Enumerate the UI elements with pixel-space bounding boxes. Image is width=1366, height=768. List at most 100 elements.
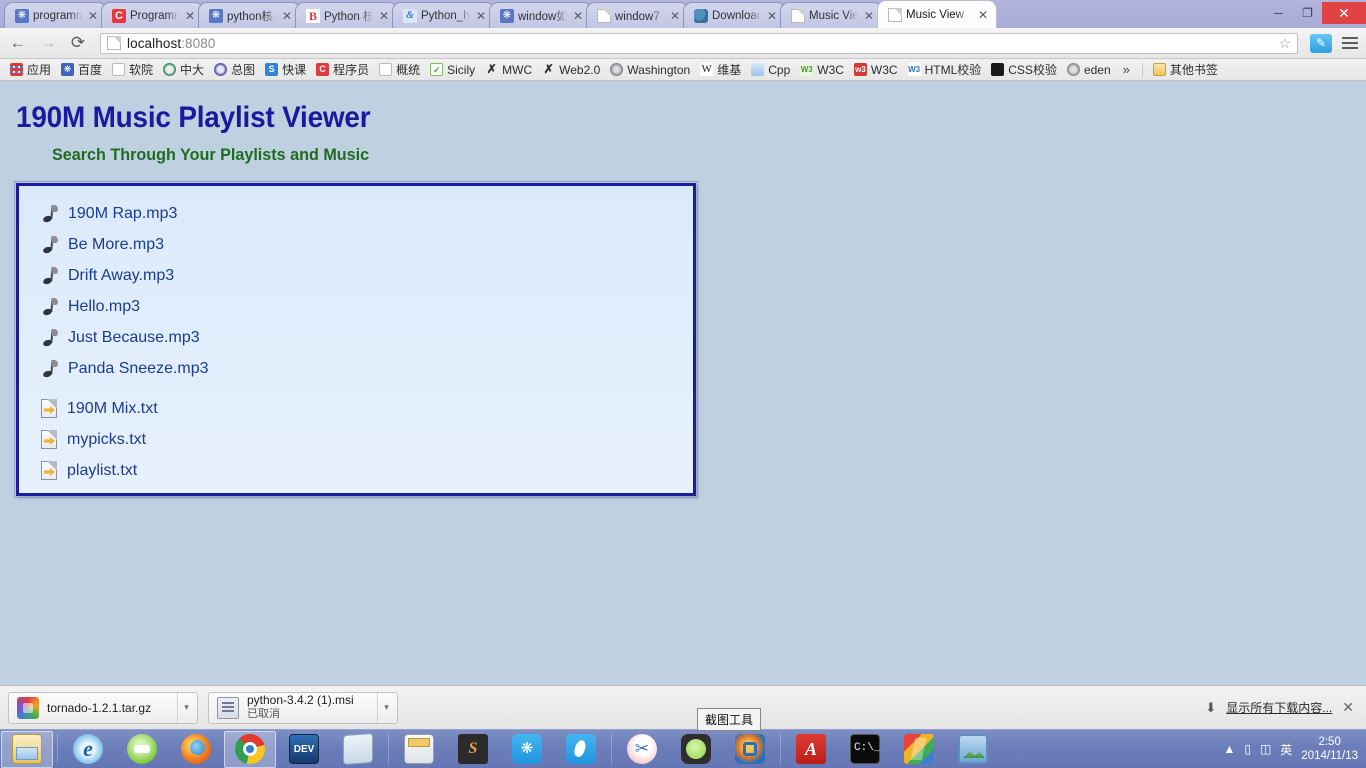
bookmark-item-w3c-green[interactable]: W3 W3C <box>796 62 848 78</box>
bookmark-item-w3c-red[interactable]: w3 W3C <box>850 62 902 78</box>
taskbar-item-notepad[interactable] <box>332 731 384 768</box>
tab-close-icon[interactable]: ✕ <box>86 10 100 22</box>
tab-close-icon[interactable]: ✕ <box>765 10 779 22</box>
bookmark-item-css-validator[interactable]: CSS校验 <box>987 60 1061 79</box>
browser-tab[interactable]: Download ✕ <box>683 2 786 28</box>
list-item[interactable]: Be More.mp3 <box>41 229 693 260</box>
download-item[interactable]: tornado-1.2.1.tar.gz ▾ <box>8 691 198 724</box>
maximize-button[interactable]: ❐ <box>1293 3 1322 23</box>
taskbar-item-command-prompt[interactable] <box>839 731 891 768</box>
battery-icon[interactable]: ▯ <box>1244 742 1251 756</box>
file-link[interactable]: Drift Away.mp3 <box>68 267 174 285</box>
browser-tab[interactable]: B Python 核心 ✕ <box>295 2 398 28</box>
bookmark-star-icon[interactable]: ☆ <box>1278 35 1291 52</box>
download-menu-icon[interactable]: ▾ <box>177 692 195 723</box>
reload-icon[interactable]: ⟳ <box>68 33 88 53</box>
bookmark-item-chengxuyuan[interactable]: C 程序员 <box>312 60 373 79</box>
taskbar-item-firefox[interactable] <box>170 731 222 768</box>
bookmark-item-cpp[interactable]: Cpp <box>747 62 794 78</box>
list-item[interactable]: Just Because.mp3 <box>41 322 693 353</box>
bookmark-item-baidu[interactable]: ❋ 百度 <box>57 60 106 79</box>
tab-close-icon[interactable]: ✕ <box>377 10 391 22</box>
taskbar-item-blue-app[interactable] <box>501 731 553 768</box>
close-shelf-icon[interactable]: ✕ <box>1342 699 1354 716</box>
file-link[interactable]: Panda Sneeze.mp3 <box>68 360 209 378</box>
ime-indicator[interactable]: 英 <box>1280 741 1292 758</box>
download-menu-icon[interactable]: ▾ <box>377 692 395 723</box>
list-item[interactable]: Hello.mp3 <box>41 291 693 322</box>
bookmarks-overflow-icon[interactable]: » <box>1117 62 1136 77</box>
file-link[interactable]: Be More.mp3 <box>68 236 164 254</box>
bookmark-item-wiki[interactable]: W 维基 <box>696 60 745 79</box>
taskbar-item-vmware[interactable] <box>724 731 776 768</box>
taskbar-item-winrar[interactable] <box>893 731 945 768</box>
taskbar-item-360-browser[interactable] <box>116 731 168 768</box>
chrome-menu-icon[interactable] <box>1342 37 1358 49</box>
taskbar-item-sublime-text[interactable] <box>447 731 499 768</box>
list-item[interactable]: 190M Mix.txt <box>41 393 693 424</box>
taskbar-clock[interactable]: 2:50 2014/11/13 <box>1301 735 1358 764</box>
taskbar-item-pen-app[interactable] <box>555 731 607 768</box>
bookmark-item-zongtu[interactable]: 总图 <box>210 60 259 79</box>
bookmark-item-eden[interactable]: eden <box>1063 62 1115 78</box>
list-item[interactable]: Drift Away.mp3 <box>41 260 693 291</box>
taskbar-item-chat-app[interactable] <box>670 731 722 768</box>
list-item[interactable]: Panda Sneeze.mp3 <box>41 353 693 384</box>
browser-tab[interactable]: Python_hex ✕ <box>392 2 495 28</box>
tab-close-icon[interactable]: ✕ <box>976 9 990 21</box>
bookmark-item-kuaike[interactable]: S 快课 <box>261 60 310 79</box>
file-link[interactable]: Just Because.mp3 <box>68 329 200 347</box>
forward-icon[interactable]: → <box>38 33 58 53</box>
address-bar[interactable]: localhost:8080 ☆ <box>100 32 1298 54</box>
taskbar-item-file-explorer[interactable] <box>1 730 53 768</box>
tab-close-icon[interactable]: ✕ <box>571 10 585 22</box>
bookmark-item-html-validator[interactable]: W3 HTML校验 <box>904 60 986 79</box>
browser-tab-active[interactable]: Music View ✕ <box>877 0 997 28</box>
list-item[interactable]: 190M Rap.mp3 <box>41 198 693 229</box>
download-item[interactable]: python-3.4.2 (1).msi 已取消 ▾ <box>208 691 398 724</box>
browser-tab[interactable]: python核心 ✕ <box>198 2 301 28</box>
browser-tab[interactable]: programmi ✕ <box>4 2 107 28</box>
file-link[interactable]: 190M Mix.txt <box>67 400 158 418</box>
bookmark-item-web20[interactable]: ✗ Web2.0 <box>538 62 604 78</box>
file-link[interactable]: Hello.mp3 <box>68 298 140 316</box>
file-link[interactable]: 190M Rap.mp3 <box>68 205 177 223</box>
minimize-button[interactable]: ─ <box>1264 3 1293 23</box>
tab-close-icon[interactable]: ✕ <box>862 10 876 22</box>
taskbar-item-google-chrome[interactable] <box>224 730 276 768</box>
bookmark-item-mwc[interactable]: ✗ MWC <box>481 62 536 78</box>
browser-tab[interactable]: C Programmi ✕ <box>101 2 204 28</box>
browser-tab[interactable]: window如何 ✕ <box>489 2 592 28</box>
tray-expand-icon[interactable]: ▲ <box>1223 742 1235 756</box>
taskbar-item-photo-viewer[interactable] <box>947 731 999 768</box>
file-link[interactable]: mypicks.txt <box>67 431 146 449</box>
bookmark-item-gaitong[interactable]: 概统 <box>375 60 424 79</box>
network-icon[interactable]: ◫ <box>1260 742 1271 756</box>
bookmark-item-zhongda[interactable]: 中大 <box>159 60 208 79</box>
taskbar-item-adobe-reader[interactable] <box>785 731 837 768</box>
bookmark-item-sicily[interactable]: ✓ Sicily <box>426 62 479 78</box>
file-link[interactable]: playlist.txt <box>67 462 137 480</box>
tab-close-icon[interactable]: ✕ <box>183 10 197 22</box>
back-icon[interactable]: ← <box>8 33 28 53</box>
bookmark-item-ruanyuan[interactable]: 软院 <box>108 60 157 79</box>
taskbar-item-calculator[interactable] <box>393 731 445 768</box>
c-favicon: C <box>112 8 126 23</box>
browser-tab[interactable]: window7 下 ✕ <box>586 2 689 28</box>
bookmark-item-apps[interactable]: 应用 <box>6 60 55 79</box>
list-item[interactable]: playlist.txt <box>41 455 693 486</box>
tab-close-icon[interactable]: ✕ <box>280 10 294 22</box>
extension-icon[interactable]: ✎ <box>1310 33 1332 53</box>
list-item[interactable]: mypicks.txt <box>41 424 693 455</box>
tab-close-icon[interactable]: ✕ <box>668 10 682 22</box>
taskbar-item-dev-cpp[interactable] <box>278 731 330 768</box>
browser-tab[interactable]: Music View ✕ <box>780 2 883 28</box>
other-bookmarks-folder[interactable]: 其他书签 <box>1149 60 1222 79</box>
show-all-downloads-link[interactable]: 显示所有下载内容... <box>1226 699 1332 716</box>
bookmark-item-washington[interactable]: Washington <box>606 62 694 78</box>
taskbar-item-internet-explorer[interactable] <box>62 731 114 768</box>
tab-close-icon[interactable]: ✕ <box>474 10 488 22</box>
taskbar-item-snipping-tool[interactable] <box>616 731 668 768</box>
close-button[interactable]: ✕ <box>1322 2 1366 24</box>
bookmark-label: 快课 <box>282 63 307 77</box>
